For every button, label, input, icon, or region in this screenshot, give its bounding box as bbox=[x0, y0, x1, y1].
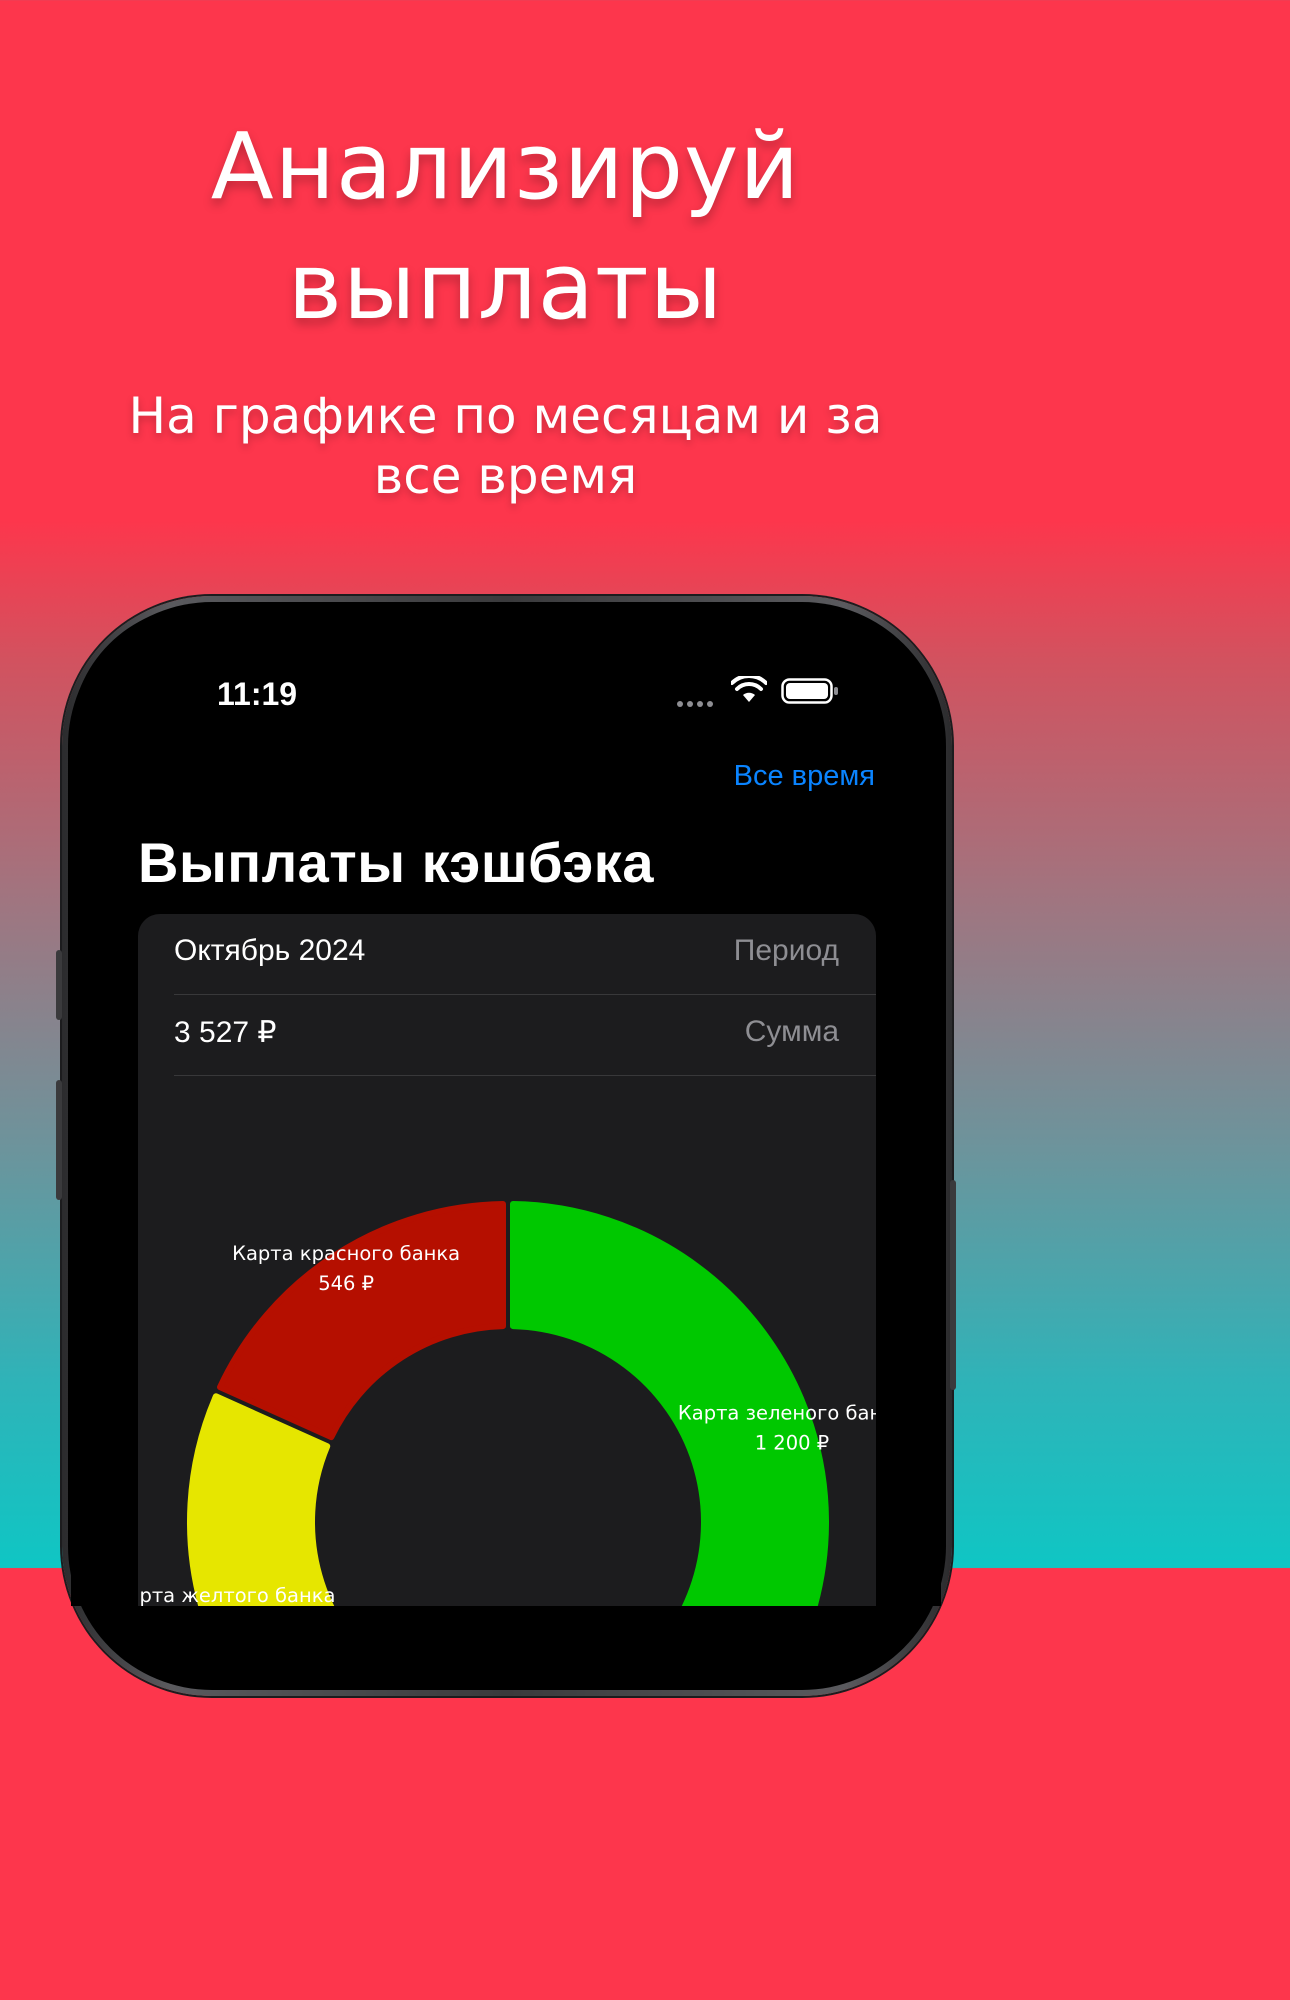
subheadline-line-2: все время bbox=[373, 447, 638, 505]
phone-power-button bbox=[950, 1180, 956, 1390]
headline-line-1: Анализируй bbox=[210, 113, 801, 220]
all-time-button[interactable]: Все время bbox=[734, 760, 875, 793]
phone-volume-down-button bbox=[56, 1080, 62, 1200]
status-time: 11:19 bbox=[217, 676, 298, 712]
payout-summary-card: Октябрь 2024 Период 3 527 ₽ Сумма Карта … bbox=[138, 914, 876, 1606]
battery-icon bbox=[781, 678, 838, 704]
donut-slice-name-label: Карта зеленого банка bbox=[678, 1401, 876, 1424]
donut-slice-name-label: Карта красного банка bbox=[232, 1242, 460, 1265]
cashback-donut-chart: Карта зеленого банка 1 200 ₽ Карта желтого… bbox=[138, 1201, 876, 1606]
subheadline-line-1: На графике по месяцам и за bbox=[128, 387, 883, 445]
donut-slice[interactable] bbox=[187, 1393, 406, 1606]
donut-slice-name-label: Карта желтого банка bbox=[138, 1584, 335, 1606]
wifi-icon bbox=[731, 676, 767, 702]
donut-slice-value-label: 1 200 ₽ bbox=[755, 1431, 829, 1454]
signal-dots-icon bbox=[677, 692, 719, 707]
headline-line-2: выплаты bbox=[287, 233, 724, 340]
page-title: Выплаты кэшбэка bbox=[138, 831, 654, 894]
donut-slice[interactable] bbox=[217, 1201, 507, 1441]
phone-screen: 11:19 Все время Выплаты кэшбэка Октябрь … bbox=[71, 606, 941, 1606]
donut-slice-value-label: 546 ₽ bbox=[318, 1272, 374, 1295]
phone-volume-up-button bbox=[56, 950, 62, 1020]
